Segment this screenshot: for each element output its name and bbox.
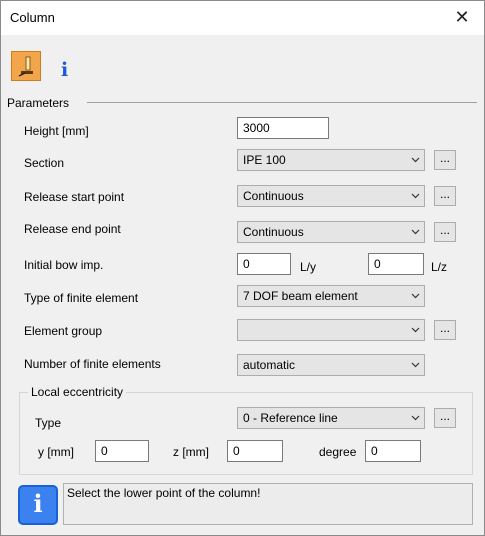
release-start-value: Continuous xyxy=(243,189,304,203)
release-end-select[interactable]: Continuous xyxy=(237,221,425,243)
info-icon[interactable]: i xyxy=(61,59,68,81)
ecc-degree-input[interactable]: 0 xyxy=(365,440,421,462)
release-end-label: Release end point xyxy=(24,222,121,236)
initial-bow-y-unit: L/y xyxy=(300,260,317,274)
ecc-degree-label: degree xyxy=(319,445,357,459)
section-browse-button[interactable]: ... xyxy=(434,150,456,170)
initial-bow-label: Initial bow imp. xyxy=(24,258,104,272)
num-fe-value: automatic xyxy=(243,358,296,372)
num-fe-select[interactable]: automatic xyxy=(237,354,425,376)
height-label: Height [mm] xyxy=(24,124,89,138)
section-value: IPE 100 xyxy=(243,153,286,167)
close-icon: ✕ xyxy=(454,7,470,27)
element-group-select[interactable] xyxy=(237,319,425,341)
element-group-label: Element group xyxy=(24,324,103,338)
ecc-type-label: Type xyxy=(35,416,62,430)
height-input[interactable]: 3000 xyxy=(237,117,329,139)
release-start-select[interactable]: Continuous xyxy=(237,185,425,207)
release-end-value: Continuous xyxy=(243,225,304,239)
initial-bow-y-input[interactable]: 0 xyxy=(237,253,291,275)
column-dialog: Column ✕ i Parameters Height [mm] 3000 S… xyxy=(0,0,485,536)
chevron-down-icon xyxy=(411,157,420,163)
chevron-down-icon xyxy=(411,293,420,299)
section-select[interactable]: IPE 100 xyxy=(237,149,425,171)
initial-bow-z-input[interactable]: 0 xyxy=(368,253,424,275)
ecc-type-value: 0 - Reference line xyxy=(243,411,338,425)
eccentricity-group-title: Local eccentricity xyxy=(28,385,127,399)
chevron-down-icon xyxy=(411,229,420,235)
info-icon: i xyxy=(18,485,58,525)
ecc-z-input[interactable]: 0 xyxy=(227,440,283,462)
fe-type-label: Type of finite element xyxy=(24,291,139,305)
chevron-down-icon xyxy=(411,327,420,333)
chevron-down-icon xyxy=(411,193,420,199)
section-label: Section xyxy=(24,156,65,170)
close-button[interactable]: ✕ xyxy=(440,1,484,35)
ecc-z-label: z [mm] xyxy=(173,445,209,459)
status-message: Select the lower point of the column! xyxy=(63,483,473,525)
ecc-y-label: y [mm] xyxy=(38,445,74,459)
fe-type-value: 7 DOF beam element xyxy=(243,289,358,303)
status-icon-glyph: i xyxy=(33,489,43,518)
ecc-type-select[interactable]: 0 - Reference line xyxy=(237,407,425,429)
release-start-label: Release start point xyxy=(24,190,125,204)
chevron-down-icon xyxy=(411,362,420,368)
num-fe-label: Number of finite elements xyxy=(24,357,161,371)
fe-type-select[interactable]: 7 DOF beam element xyxy=(237,285,425,307)
eccentricity-group xyxy=(19,392,473,475)
release-start-browse-button[interactable]: ... xyxy=(434,186,456,206)
ecc-type-browse-button[interactable]: ... xyxy=(434,408,456,428)
title-bar: Column ✕ xyxy=(1,1,484,35)
release-end-browse-button[interactable]: ... xyxy=(434,222,456,242)
pick-point-icon xyxy=(18,56,33,77)
pick-point-button[interactable] xyxy=(11,51,41,81)
ecc-y-input[interactable]: 0 xyxy=(95,440,149,462)
parameters-group-title: Parameters xyxy=(7,96,70,110)
chevron-down-icon xyxy=(411,415,420,421)
window-title: Column xyxy=(10,10,55,25)
element-group-browse-button[interactable]: ... xyxy=(434,320,456,340)
initial-bow-z-unit: L/z xyxy=(431,260,448,274)
group-divider xyxy=(87,102,477,103)
